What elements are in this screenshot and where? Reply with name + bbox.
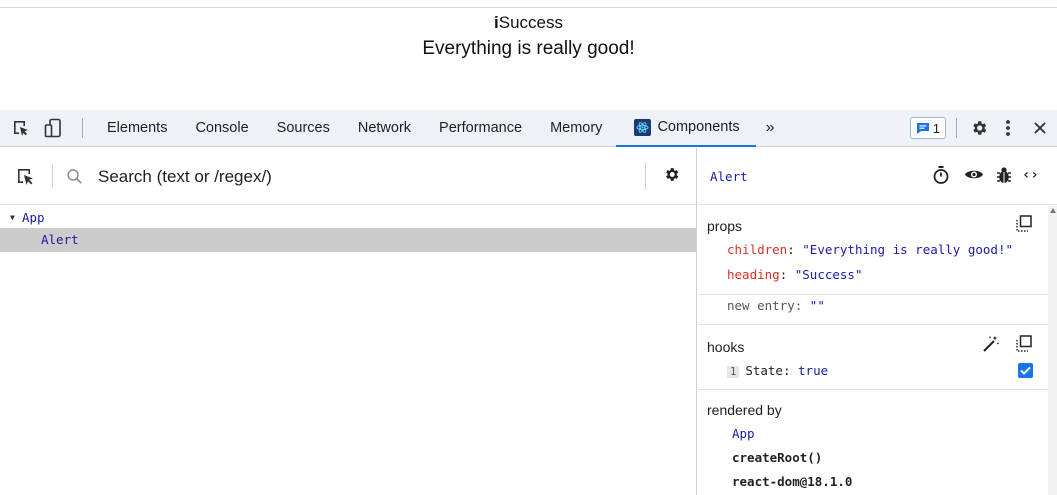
page-preview: iSuccess Everything is really good! [0, 0, 1057, 110]
hook-value: true [798, 363, 829, 378]
tab-components[interactable]: Components [616, 110, 756, 147]
select-component-icon[interactable] [16, 167, 36, 192]
tab-memory[interactable]: Memory [536, 110, 616, 147]
more-tabs-button[interactable]: » [756, 110, 785, 147]
checkmark-icon [1020, 366, 1031, 375]
settings-gear-icon[interactable] [965, 110, 993, 147]
tree-item-app[interactable]: ▼ App [0, 206, 696, 230]
tab-performance[interactable]: Performance [425, 110, 536, 147]
component-inspector-panel: Alert ‹› props children: "Everything is … [698, 148, 1057, 495]
inspector-scrollbar[interactable] [1048, 206, 1057, 495]
tab-sources[interactable]: Sources [263, 110, 344, 147]
scroll-up-arrow-icon[interactable] [1050, 208, 1056, 213]
rendered-by-app-link[interactable]: App [732, 426, 755, 441]
components-settings-gear-icon[interactable] [663, 166, 680, 188]
hook-name: State: [745, 363, 791, 378]
hook-state-checkbox[interactable] [1018, 363, 1033, 378]
component-tree: ▼ App Alert [0, 206, 696, 252]
inspector-header: Alert ‹› [698, 148, 1057, 205]
divider [956, 118, 957, 138]
new-prop-entry[interactable]: new entry: "" [727, 298, 825, 313]
rendered-by-title: rendered by [707, 402, 782, 418]
selected-component-name: Alert [710, 169, 748, 184]
issues-icon [916, 122, 929, 134]
tree-item-alert[interactable]: Alert [0, 228, 696, 252]
prop-value: "Everything is really good!" [802, 242, 1013, 257]
new-entry-key: new entry [727, 298, 795, 313]
hook-index: 1 [727, 366, 740, 378]
copy-hooks-icon[interactable] [1016, 335, 1032, 357]
magic-wand-icon[interactable] [982, 335, 1000, 358]
devtools-tabbar: Elements Console Sources Network Perform… [0, 110, 1057, 147]
copy-props-icon[interactable] [1016, 215, 1032, 237]
divider [52, 164, 53, 188]
page-top-border [0, 7, 1057, 8]
eye-icon[interactable] [964, 167, 984, 187]
search-input[interactable] [98, 162, 618, 192]
more-options-icon[interactable] [993, 110, 1023, 147]
tab-network[interactable]: Network [344, 110, 425, 147]
tree-item-label: Alert [41, 232, 79, 247]
device-toolbar-icon[interactable] [38, 110, 68, 147]
tab-console[interactable]: Console [181, 110, 262, 147]
tree-item-label: App [22, 210, 45, 225]
prop-value: "Success" [794, 267, 863, 282]
new-entry-value: "" [809, 298, 825, 313]
prop-key: heading [727, 267, 780, 282]
bug-icon[interactable] [996, 166, 1012, 189]
issues-count: 1 [932, 120, 940, 136]
props-title: props [707, 218, 743, 234]
alert-heading-line: iSuccess [0, 13, 1057, 33]
divider [82, 118, 83, 138]
inspect-element-icon[interactable] [4, 110, 38, 147]
hooks-section: hooks 1 State: true [698, 325, 1048, 390]
issues-badge[interactable]: 1 [909, 117, 946, 139]
hook-state[interactable]: 1 State: true [727, 363, 828, 378]
close-icon[interactable] [1023, 110, 1057, 147]
divider [645, 162, 646, 190]
prop-heading[interactable]: heading: "Success" [727, 267, 862, 282]
rendered-by-react-dom: react-dom@18.1.0 [732, 474, 853, 489]
rendered-by-section: rendered by App createRoot() react-dom@1… [698, 391, 1048, 495]
prop-children[interactable]: children: "Everything is really good!" [727, 242, 1013, 257]
view-source-icon[interactable]: ‹› [1022, 167, 1039, 183]
prop-key: children [727, 242, 788, 257]
alert-heading: Success [498, 13, 563, 32]
props-section: props children: "Everything is really go… [698, 205, 1057, 295]
components-search-bar [0, 148, 696, 205]
alert-text: Everything is really good! [422, 38, 635, 59]
stopwatch-icon[interactable] [932, 165, 950, 190]
components-tree-panel: ▼ App Alert [0, 148, 697, 495]
react-logo-icon [634, 118, 652, 136]
tab-components-label: Components [657, 119, 740, 135]
search-icon [66, 168, 83, 190]
hooks-title: hooks [707, 339, 745, 355]
rendered-by-create-root: createRoot() [732, 450, 823, 465]
expand-arrow-icon[interactable]: ▼ [10, 206, 15, 230]
tab-elements[interactable]: Elements [93, 110, 181, 147]
